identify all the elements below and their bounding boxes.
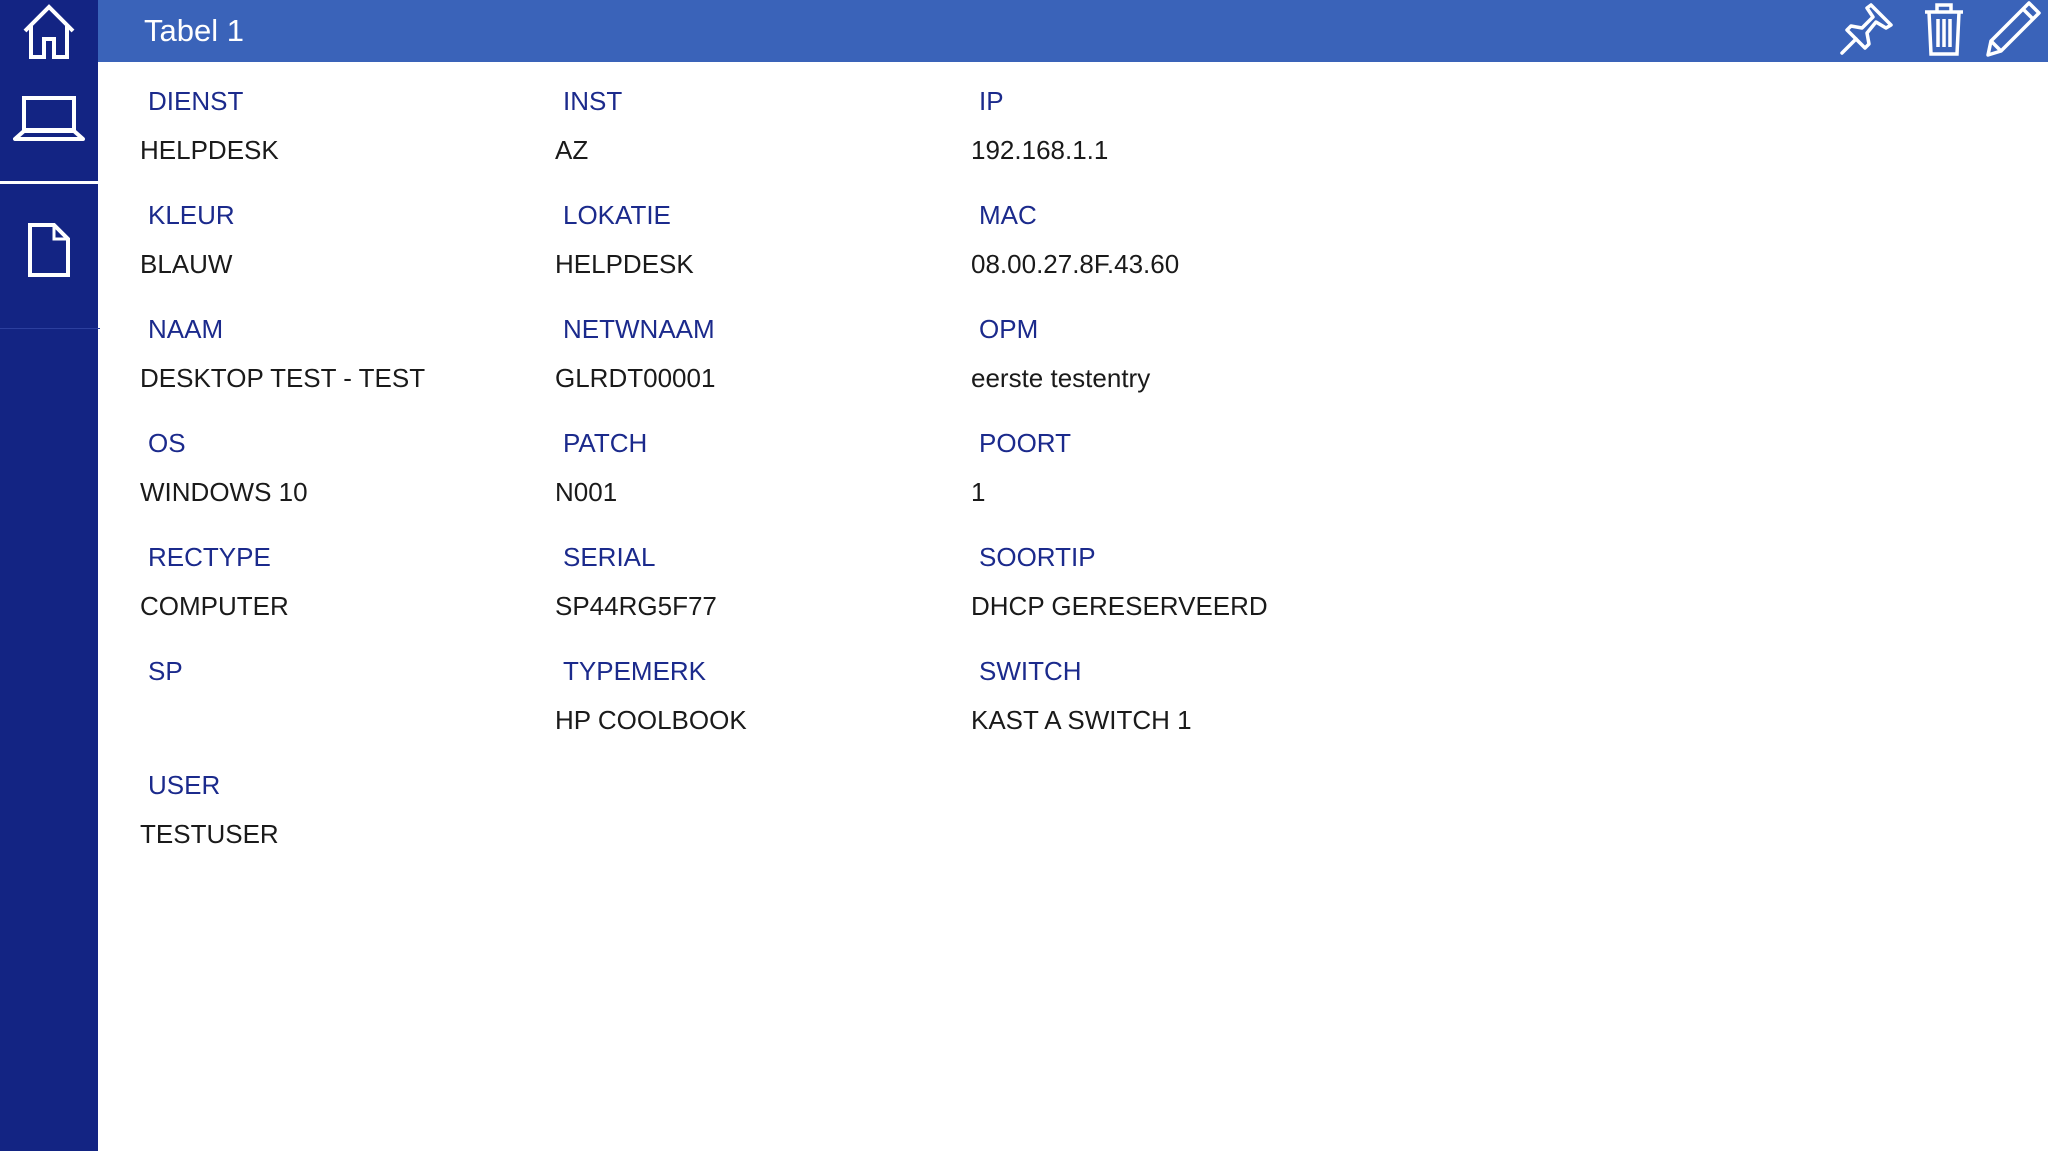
field-label: OPM: [979, 314, 1039, 344]
field-label: NAAM: [148, 314, 224, 344]
field-value: WINDOWS 10: [140, 477, 308, 507]
field-label: DIENST: [148, 86, 244, 116]
field-label: IP: [979, 86, 1004, 116]
home-icon: [19, 1, 79, 61]
field-value: 08.00.27.8F.43.60: [971, 249, 1180, 279]
field-value: SP44RG5F77: [555, 591, 717, 621]
home-button[interactable]: [0, 0, 98, 62]
document-button[interactable]: [0, 210, 98, 290]
field-value: GLRDT00001: [555, 363, 716, 393]
field-label: SP: [148, 656, 183, 686]
field-label: RECTYPE: [148, 542, 271, 572]
field-label: TYPEMERK: [563, 656, 707, 686]
field-value: HELPDESK: [140, 135, 279, 165]
field-value: DHCP GERESERVEERD: [971, 591, 1268, 621]
field-value: HELPDESK: [555, 249, 694, 279]
field-value: eerste testentry: [971, 363, 1151, 393]
pin-button[interactable]: [1831, 0, 1901, 62]
page-title: Tabel 1: [144, 13, 244, 48]
field-label: KLEUR: [148, 200, 235, 230]
field-label: SERIAL: [563, 542, 656, 572]
field-value: COMPUTER: [140, 591, 289, 621]
field-label: OS: [148, 428, 186, 458]
field-label: SWITCH: [979, 656, 1082, 686]
field-value: N001: [555, 477, 618, 507]
pencil-icon: [1983, 0, 2043, 64]
field-value: 1: [971, 477, 986, 507]
pin-icon: [1837, 1, 1895, 62]
sidebar-divider-lower: [0, 328, 100, 329]
field-label: MAC: [979, 200, 1037, 230]
field-value: KAST A SWITCH 1: [971, 705, 1192, 735]
laptop-icon: [13, 93, 85, 145]
field-value: DESKTOP TEST - TEST: [140, 363, 426, 393]
trash-icon: [1922, 1, 1966, 62]
devices-button[interactable]: [0, 84, 98, 154]
sidebar-divider: [0, 181, 98, 184]
field-label: NETWNAAM: [563, 314, 715, 344]
field-label: USER: [148, 770, 221, 800]
field-label: SOORTIP: [979, 542, 1096, 572]
header-bar: Tabel 1: [98, 0, 2048, 62]
field-value: AZ: [555, 135, 589, 165]
sidebar: [0, 0, 100, 1151]
field-label: INST: [563, 86, 623, 116]
field-value: 192.168.1.1: [971, 135, 1109, 165]
field-value: TESTUSER: [140, 819, 279, 849]
document-icon: [26, 222, 72, 278]
field-label: POORT: [979, 428, 1071, 458]
detail-form: DIENST HELPDESK INST AZ IP 192.168.1.1 K…: [98, 62, 2048, 1151]
field-value: BLAUW: [140, 249, 233, 279]
delete-button[interactable]: [1909, 0, 1979, 62]
edit-button[interactable]: [1978, 0, 2048, 62]
field-label: LOKATIE: [563, 200, 671, 230]
field-label: PATCH: [563, 428, 648, 458]
field-value: HP COOLBOOK: [555, 705, 747, 735]
